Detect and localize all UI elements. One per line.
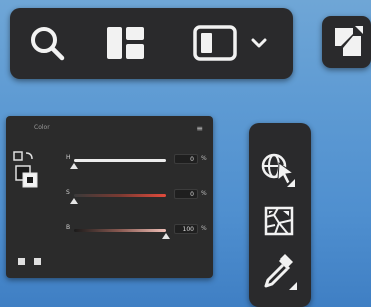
row-b-label: B (66, 224, 71, 231)
h-slider-thumb[interactable] (70, 163, 78, 169)
h-unit: % (201, 155, 207, 162)
b-slider-track[interactable] (74, 229, 166, 232)
top-toolbar (10, 8, 293, 79)
panel-view-icon (193, 25, 237, 61)
s-slider-track[interactable] (74, 194, 166, 197)
texture-tool[interactable] (259, 201, 299, 241)
eyedropper-icon (264, 254, 297, 290)
globe-cursor-icon (261, 153, 295, 187)
swap-color-icon (335, 26, 363, 56)
panel-title: Color (34, 124, 50, 131)
crackle-texture-icon (264, 206, 294, 236)
recolor-select-tool[interactable] (259, 149, 299, 189)
s-slider-thumb[interactable] (70, 198, 78, 204)
h-slider-track[interactable] (74, 159, 166, 162)
chevron-down-icon (251, 38, 267, 48)
view-dropdown-button[interactable] (246, 20, 272, 66)
row-h-label: H (66, 154, 71, 161)
h-value-field[interactable]: 0 (174, 154, 198, 164)
swatch-white[interactable] (18, 258, 25, 265)
s-value-field[interactable]: 0 (174, 189, 198, 199)
color-panel: Color ≡ H 0 % S 0 % B 100 % (6, 116, 213, 278)
panel-menu-icon[interactable]: ≡ (196, 124, 203, 133)
fill-stroke-swatch-icon[interactable] (12, 150, 38, 190)
search-button[interactable] (22, 20, 72, 66)
swatch-none[interactable] (34, 258, 41, 265)
eyedropper-tool[interactable] (259, 251, 299, 291)
panel-view-button[interactable] (188, 20, 242, 66)
layout-grid-icon (107, 27, 144, 59)
b-slider-thumb[interactable] (162, 233, 170, 239)
swap-colors-button[interactable] (322, 16, 371, 68)
s-unit: % (201, 190, 207, 197)
b-value-field[interactable]: 100 (174, 224, 198, 234)
tool-column (249, 123, 311, 307)
search-icon (31, 27, 65, 61)
row-s-label: S (66, 189, 70, 196)
b-unit: % (201, 225, 207, 232)
layout-button[interactable] (98, 20, 154, 66)
